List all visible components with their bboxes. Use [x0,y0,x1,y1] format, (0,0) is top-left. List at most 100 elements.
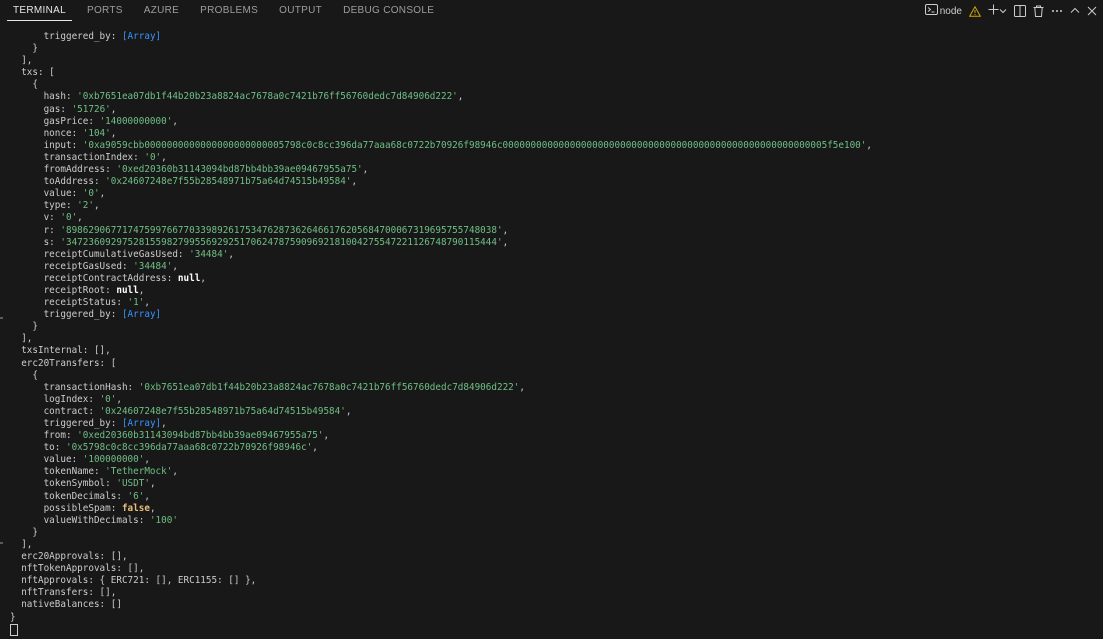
terminal-text: receiptGasUsed: [10,260,134,272]
terminal-text: nftTransfers: [], [10,587,117,599]
terminal-selector[interactable]: node [924,2,962,20]
terminal-text: '104' [82,127,111,139]
terminal-line: toAddress: '0x24607248e7f55b28548971b75a… [10,176,1100,188]
terminal-text: , [161,418,167,429]
new-terminal-button[interactable] [988,2,1007,20]
terminal-text: , [323,430,330,442]
terminal-line: triggered_by: [Array] [10,31,1100,43]
command-decoration [0,317,3,319]
tab-debug-console[interactable]: DEBUG CONSOLE [343,0,434,22]
terminal-text: } [10,321,38,333]
prompt-line[interactable] [10,623,1100,636]
terminal-text: null [177,272,201,284]
terminal-line: transactionIndex: '0', [10,152,1100,164]
terminal-text: '100000000' [82,454,145,466]
terminal-line: possibleSpam: false, [10,503,1100,515]
terminal-text: '0' [60,212,78,224]
tab-terminal[interactable]: TERMINAL [7,0,72,22]
terminal-text: '0xed20360b31143094bd87bb4bb39ae09467955… [116,164,363,176]
tab-problems[interactable]: PROBLEMS [200,0,258,22]
terminal-output[interactable]: triggered_by: [Array] } ], txs: [ { hash… [10,31,1100,636]
terminal-text: '0x5798c0c8cc396da77aaa68c0722b70926f989… [65,442,313,454]
terminal-text: txsInternal: [], [10,345,111,357]
terminal-line: txs: [ [10,67,1100,79]
split-icon[interactable] [1014,5,1026,17]
terminal-text: , [110,103,117,115]
terminal-text: nonce: [10,127,83,139]
close-icon[interactable] [1087,6,1097,16]
terminal-text: fromAddress: [10,164,117,176]
terminal-text: , [312,442,318,454]
terminal-text: triggered_by: [10,309,122,321]
terminal-line: nftApprovals: { ERC721: [], ERC1155: [] … [10,575,1100,587]
maximize-icon[interactable] [1070,6,1080,16]
terminal-text: { [10,369,38,381]
terminal-text: , [161,151,167,163]
terminal-text: receiptContractAddress: [10,272,178,284]
terminal-line: tokenName: 'TetherMock', [10,466,1100,478]
terminal-line: r: '898629067717475997667703398926175347… [10,225,1100,237]
terminal-text: s: [10,236,61,248]
terminal-text: tokenName: [10,466,106,478]
terminal-line: txsInternal: [], [10,345,1100,357]
terminal-text: , [110,127,117,139]
tab-ports[interactable]: PORTS [87,0,123,22]
terminal-text: erc20Approvals: [], [10,551,128,563]
terminal-text: tokenDecimals: [10,490,128,502]
terminal-line: nativeBalances: [] [10,599,1100,611]
terminal-line: fromAddress: '0xed20360b31143094bd87bb4b… [10,164,1100,176]
terminal-text: '2' [77,200,94,212]
terminal-text: 'USDT' [116,478,150,490]
terminal-text: , [77,212,83,224]
terminal-text: 'TetherMock' [105,466,173,478]
terminal-line: receiptContractAddress: null, [10,273,1100,285]
panel-tab-bar: TERMINAL PORTS AZURE PROBLEMS OUTPUT DEB… [0,0,1103,22]
terminal-line: contract: '0x24607248e7f55b28548971b75a6… [10,406,1100,418]
terminal-text: , [149,478,156,490]
terminal-text: , [502,236,509,248]
terminal-text: '0xed20360b31143094bd87bb4bb39ae09467955… [77,430,324,442]
terminal-text: '34484' [133,260,173,272]
trash-icon[interactable] [1033,5,1044,17]
terminal-text: value: [10,454,83,466]
terminal-icon [924,2,938,20]
terminal-text: } [10,526,38,538]
terminal-text: false [121,502,150,514]
terminal-text: contract: [10,405,100,417]
terminal-text: [Array] [121,309,162,321]
terminal-line: transactionHash: '0xb7651ea07db1f44b20b2… [10,382,1100,394]
terminal-text: , [457,91,464,103]
terminal-line: receiptStatus: '1', [10,297,1100,309]
terminal-text: , [144,297,150,309]
command-decoration [0,542,3,544]
more-icon[interactable] [1051,9,1063,13]
terminal-text: from: [10,430,78,442]
terminal-line: from: '0xed20360b31143094bd87bb4bb39ae09… [10,430,1100,442]
terminal-text: , [144,490,150,502]
terminal-text: , [200,272,206,284]
terminal-line: { [10,370,1100,382]
terminal-text: hash: [10,91,78,103]
chevron-down-icon[interactable] [999,2,1007,20]
terminal-text: transactionIndex: [10,151,145,163]
terminal-text: , [149,502,156,514]
terminal-text: input: [10,139,83,151]
terminal-line: } [10,321,1100,333]
terminal-text: , [93,200,100,212]
tab-output[interactable]: OUTPUT [279,0,322,22]
terminal-line: } [10,43,1100,55]
terminal-line: receiptGasUsed: '34484', [10,261,1100,273]
terminal-text: '14000000000' [99,115,173,127]
terminal-text: , [172,466,178,478]
terminal-text: toAddress: [10,176,106,188]
terminal-text: '347236092975281559827995569292517062478… [60,236,503,248]
terminal-text: '100' [149,514,178,526]
terminal-toolbar: node [924,0,1097,22]
terminal-text: '0x24607248e7f55b28548971b75a64d74515b49… [105,176,352,188]
warning-icon[interactable] [969,5,981,17]
terminal-line: gas: '51726', [10,104,1100,116]
terminal-text: , [866,139,872,151]
terminal-text: '0xb7651ea07db1f44b20b23a8824ac7678a0c74… [77,91,458,103]
terminal-text: logIndex: [10,393,100,405]
tab-azure[interactable]: AZURE [144,0,179,22]
